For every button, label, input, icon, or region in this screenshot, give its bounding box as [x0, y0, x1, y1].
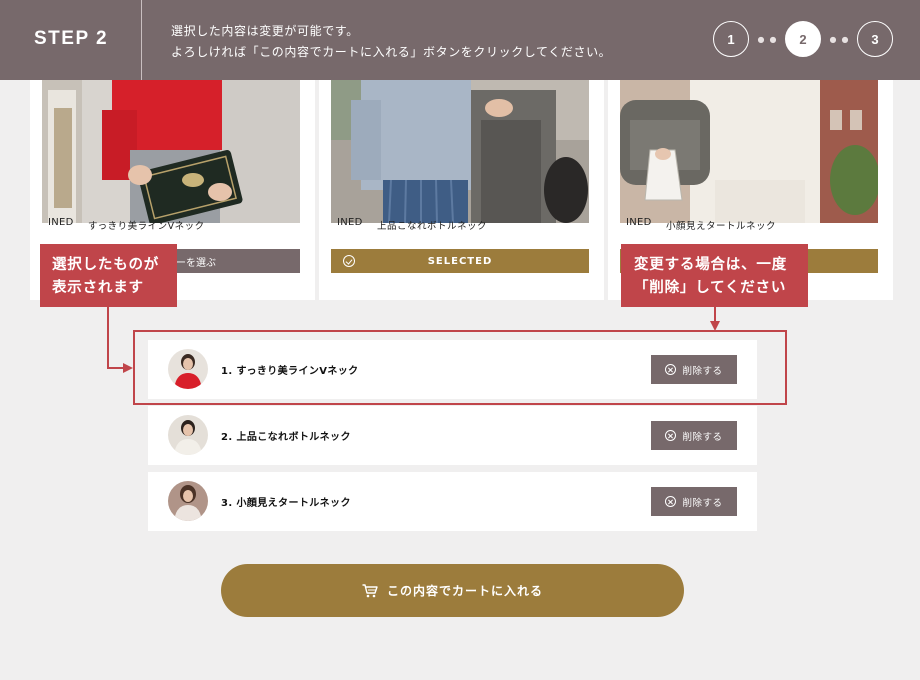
step-1: 1	[713, 21, 749, 57]
step-header: STEP 2 選択した内容は変更が可能です。 よろしければ「この内容でカートに入…	[0, 0, 920, 80]
step-connector: ●●	[829, 34, 854, 44]
step-indicator: 1 ●● 2 ●● 3	[713, 21, 893, 57]
add-to-cart-label: この内容でカートに入れる	[386, 584, 543, 598]
annotation-line: 表示されます	[52, 280, 144, 296]
delete-label: 削除する	[682, 497, 723, 509]
add-to-cart-button[interactable]: この内容でカートに入れる	[221, 564, 684, 617]
header-message-line2: よろしければ「この内容でカートに入れる」ボタンをクリックしてください。	[171, 45, 612, 59]
selected-item-name: 2. 上品こなれボトルネック	[221, 432, 351, 443]
cart-icon	[362, 583, 378, 598]
product-name: 上品こなれボトルネック	[377, 221, 488, 232]
product-brand: INED	[626, 217, 652, 228]
step-title: STEP 2	[34, 28, 109, 49]
avatar	[168, 415, 208, 455]
product-photo	[620, 80, 878, 223]
product-photo	[42, 80, 300, 223]
close-circle-icon	[665, 496, 677, 507]
delete-button[interactable]: 削除する	[651, 421, 737, 450]
selected-item-name: 3. 小顔見えタートルネック	[221, 498, 351, 509]
header-divider	[141, 0, 142, 80]
selected-label: SELECTED	[427, 255, 493, 267]
product-card-2: INED 上品こなれボトルネック SELECTED	[319, 60, 604, 300]
product-brand: INED	[337, 217, 363, 228]
delete-button[interactable]: 削除する	[651, 487, 737, 516]
header-message-line1: 選択した内容は変更が可能です。	[171, 24, 359, 38]
delete-label: 削除する	[682, 431, 723, 443]
product-photo	[331, 80, 589, 223]
annotation-selected-shown: 選択したものが 表示されます	[40, 244, 177, 307]
step-3: 3	[857, 21, 893, 57]
product-name: 小顔見えタートルネック	[666, 221, 777, 232]
annotation-line: 「削除」してください	[634, 280, 787, 296]
selected-button[interactable]: SELECTED	[331, 249, 589, 273]
product-name: すっきり美ラインVネック	[88, 221, 205, 232]
product-brand: INED	[48, 217, 74, 228]
step-connector: ●●	[757, 34, 782, 44]
annotation-delete-hint: 変更する場合は、一度 「削除」してください	[621, 244, 808, 307]
selected-item-row: 2. 上品こなれボトルネック 削除する	[148, 406, 757, 465]
selected-item-row: 3. 小顔見えタートルネック 削除する	[148, 472, 757, 531]
avatar	[168, 481, 208, 521]
check-circle-icon	[343, 255, 355, 267]
annotation-line: 変更する場合は、一度	[634, 257, 787, 273]
header-message: 選択した内容は変更が可能です。 よろしければ「この内容でカートに入れる」ボタンを…	[171, 21, 611, 63]
highlight-frame	[133, 330, 787, 405]
close-circle-icon	[665, 430, 677, 441]
step-2-active: 2	[785, 21, 821, 57]
annotation-line: 選択したものが	[52, 257, 160, 273]
